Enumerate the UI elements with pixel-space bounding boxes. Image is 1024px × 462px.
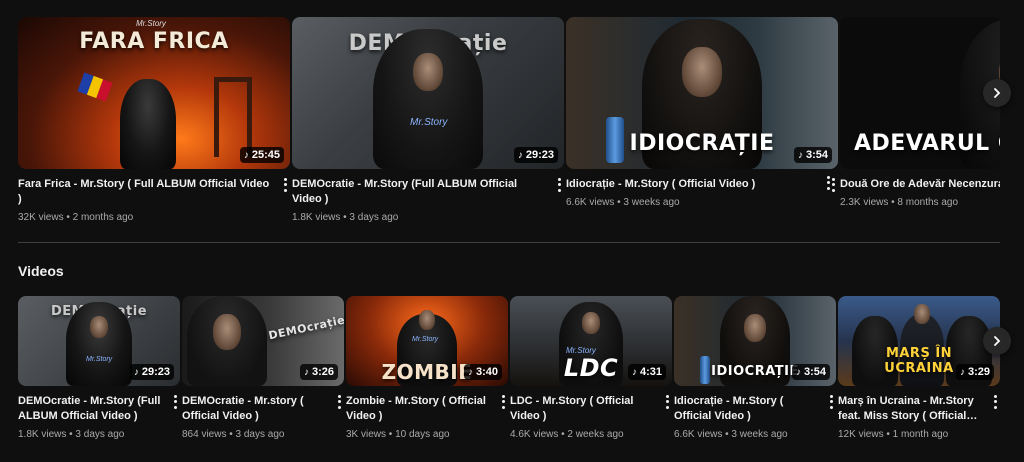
flag-graphic [77,72,113,102]
more-vert-icon[interactable] [334,394,344,410]
face [419,310,435,330]
video-title[interactable]: LDC - Mr.Story ( Official Video ) [510,394,672,424]
video-title[interactable]: Zombie - Mr.Story ( Official Video ) [346,394,508,424]
more-vert-icon[interactable] [280,177,290,193]
video-stats: 32K views • 2 months ago [18,212,134,223]
video-stats: 12K views • 1 month ago [838,429,949,440]
video-card[interactable]: MARȘ ÎN UCRAINA ♪ 3:29 Marș în Ucraina - … [838,296,1000,440]
video-title[interactable]: Idiocrație - Mr.Story ( Official Video ) [674,394,836,424]
more-vert-icon[interactable] [170,394,180,410]
chevron-right-icon [994,88,1001,98]
more-vert-icon[interactable] [554,177,564,193]
more-vert-icon[interactable] [826,394,836,410]
section-title[interactable]: Videos [18,263,64,279]
video-thumbnail[interactable]: DEMO crație Mr.Story ♪ 29:23 [18,296,180,386]
video-card[interactable]: DEMO crație Mr.Story ♪ 29:23 DEMOcratie -… [292,17,564,223]
hooded-figure [66,302,132,386]
video-stats: 3K views • 10 days ago [346,429,450,440]
video-thumbnail[interactable]: Mr.Story ZOMBIE ♪ 3:40 [346,296,508,386]
duration-badge: ♪ 3:29 [955,364,994,380]
duration-badge: ♪ 4:31 [627,364,666,380]
face [90,316,108,338]
duration-badge: ♪ 3:54 [793,147,832,163]
face [914,304,930,324]
music-note-icon: ♪ [133,366,139,378]
video-title[interactable]: DEMOcratie - Mr.story ( Official Video ) [182,394,344,424]
hooded-figure [373,29,483,169]
video-thumbnail[interactable]: DEMO crație Mr.Story ♪ 29:23 [292,17,564,169]
face [413,53,443,91]
music-note-icon: ♪ [303,366,309,378]
video-title[interactable]: Două Ore de Adevăr Necenzurat c [840,177,1000,192]
thumb-logo: Mr.Story [86,356,113,363]
thumb-logo: Mr.Story [410,117,448,128]
video-stats: 6.6K views • 3 weeks ago [674,429,788,440]
duration-badge: ♪ 3:26 [299,364,338,380]
more-vert-icon[interactable] [990,394,1000,410]
music-note-icon: ♪ [631,366,637,378]
video-stats: 4.6K views • 2 weeks ago [510,429,624,440]
video-stats: 864 views • 3 days ago [182,429,285,440]
face [213,314,241,350]
video-stats: 2.3K views • 8 months ago [840,197,959,208]
duration-badge: ♪ 3:54 [791,364,830,380]
face [682,47,722,97]
thumb-logo: Mr.Story [136,19,166,28]
music-note-icon: ♪ [243,149,249,161]
guillotine-graphic [214,77,252,157]
thumb-logo: Mr.Story [412,336,439,343]
video-thumbnail[interactable]: Mr.Story FARA FRICA ♪ 25:45 [18,17,290,169]
duration-badge: ♪ 3:40 [463,364,502,380]
duration-badge: ♪ 29:23 [513,147,558,163]
video-card[interactable]: DEMO crație Mr.Story ♪ 29:23 DEMOcratie -… [18,296,180,440]
thumb-title: ADEVARUL CI [854,131,1000,156]
more-vert-icon[interactable] [498,394,508,410]
more-vert-icon[interactable] [823,175,833,191]
more-vert-icon[interactable] [662,394,672,410]
video-card[interactable]: IDIOCRAȚIE ♪ 3:54 Idiocrație - Mr.Story (… [566,17,838,208]
video-stats: 1.8K views • 3 days ago [292,212,399,223]
video-stats: 6.6K views • 3 weeks ago [566,197,680,208]
thumb-title: FARA FRICA [79,29,229,54]
chevron-right-icon [994,336,1001,346]
music-note-icon: ♪ [795,366,801,378]
thumb-title: DEMOcrație [267,313,344,343]
shelf-next-button[interactable] [983,327,1011,355]
video-thumbnail[interactable]: DEMOcrație ♪ 3:26 [182,296,344,386]
video-card[interactable]: Mr.Story FARA FRICA ♪ 25:45 Fara Frica - … [18,17,290,223]
duration-badge: ♪ 25:45 [239,147,284,163]
video-thumbnail[interactable]: MARȘ ÎN UCRAINA ♪ 3:29 [838,296,1000,386]
face [744,314,766,342]
music-note-icon: ♪ [797,149,803,161]
video-title[interactable]: Fara Frica - Mr.Story ( Full ALBUM Offic… [18,177,290,207]
music-note-icon: ♪ [467,366,473,378]
video-title[interactable]: DEMOcratie - Mr.Story (Full ALBUM Offici… [18,394,180,424]
shelf-next-button[interactable] [983,79,1011,107]
video-title[interactable]: Marș în Ucraina - Mr.Story feat. Miss St… [838,394,1000,424]
section-divider [18,242,1000,243]
video-card[interactable]: Mr.Story LDC ♪ 4:31 LDC - Mr.Story ( Offi… [510,296,672,440]
video-title[interactable]: DEMOcratie - Mr.Story (Full ALBUM Offici… [292,177,564,207]
music-note-icon: ♪ [517,149,523,161]
video-stats: 1.8K views • 3 days ago [18,429,125,440]
video-card[interactable]: ADEVARUL CI Două Ore de Adevăr Necenzura… [840,17,1000,208]
video-thumbnail[interactable]: IDIOCRAȚIE ♪ 3:54 [674,296,836,386]
video-card[interactable]: IDIOCRAȚIE ♪ 3:54 Idiocrație - Mr.Story (… [674,296,836,440]
hooded-figure [120,79,176,169]
video-thumbnail[interactable]: Mr.Story LDC ♪ 4:31 [510,296,672,386]
duration-badge: ♪ 29:23 [129,364,174,380]
video-thumbnail[interactable]: IDIOCRAȚIE ♪ 3:54 [566,17,838,169]
music-note-icon: ♪ [959,366,965,378]
face [582,312,600,334]
video-card[interactable]: Mr.Story ZOMBIE ♪ 3:40 Zombie - Mr.Story … [346,296,508,440]
video-card[interactable]: DEMOcrație ♪ 3:26 DEMOcratie - Mr.story (… [182,296,344,440]
video-title[interactable]: Idiocrație - Mr.Story ( Official Video ) [566,177,838,192]
video-thumbnail[interactable]: ADEVARUL CI [840,17,1000,169]
